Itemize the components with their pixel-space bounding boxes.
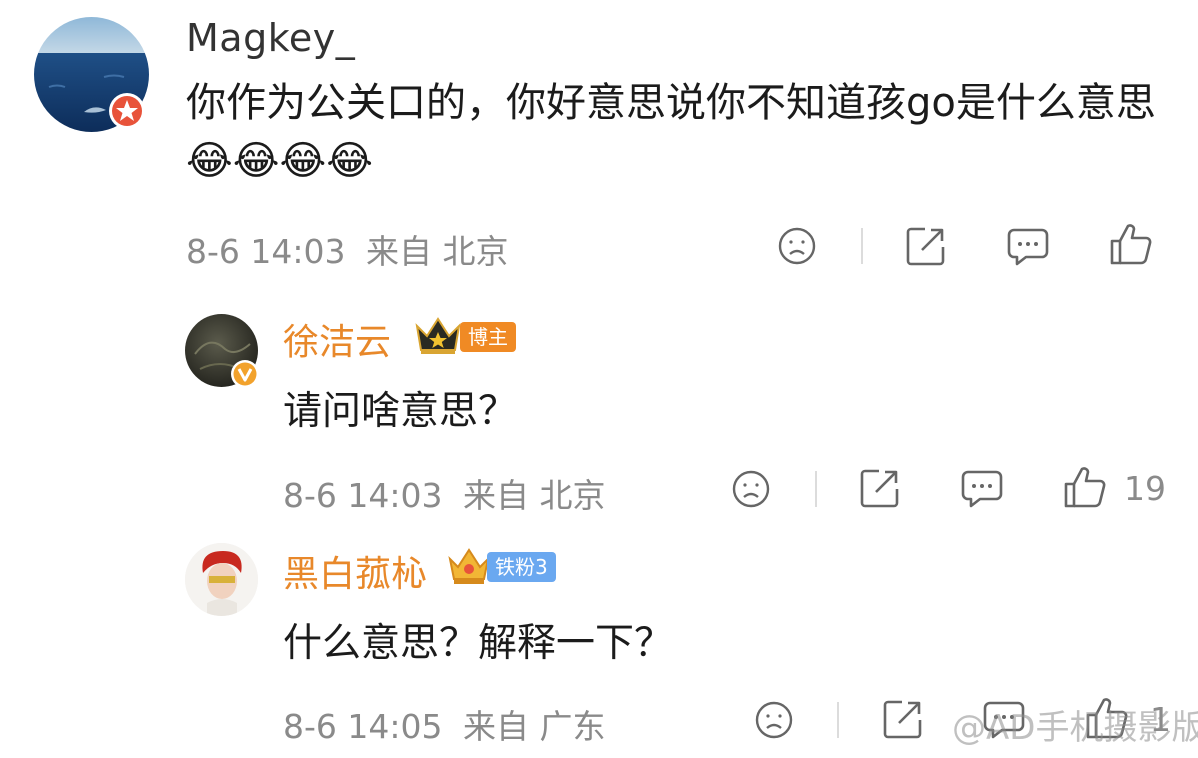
watermark-text: @AD手机摄影版: [952, 708, 1198, 748]
dislike-icon[interactable]: [731, 469, 771, 509]
comment-username[interactable]: 黑白菰杺: [283, 545, 427, 597]
divider: [861, 228, 863, 264]
comment-date: 8-6 14:03: [186, 232, 346, 271]
comment-icon[interactable]: [960, 469, 1004, 509]
like-icon[interactable]: [1063, 465, 1107, 509]
divider: [837, 702, 839, 738]
comment-text: 什么意思？解释一下？: [283, 621, 674, 666]
comment-username[interactable]: 徐洁云: [283, 313, 391, 365]
dislike-icon[interactable]: [777, 226, 817, 266]
fan-level-badge: 铁粉3: [487, 552, 556, 582]
comment-location: 来自 北京: [366, 232, 509, 271]
comment-meta: 8-6 14:05 来自 广东: [283, 700, 606, 748]
comment-location: 来自 广东: [463, 707, 606, 746]
avatar[interactable]: [185, 543, 258, 616]
comment-icon[interactable]: [1006, 227, 1050, 267]
fan-crown-icon: [446, 545, 492, 591]
crown-icon: [413, 314, 463, 360]
verified-badge-icon: [107, 91, 147, 131]
dislike-icon[interactable]: [754, 700, 794, 740]
comment-text: 请问啥意思？: [283, 389, 518, 434]
comment-text: 你作为公关口的，你好意思说你不知道孩go是什么意思 😂😂😂😂: [186, 74, 1156, 190]
verified-v-icon: [230, 359, 260, 389]
comment-meta: 8-6 14:03 来自 北京: [283, 469, 606, 517]
comment-meta: 8-6 14:03 来自 北京: [186, 225, 509, 273]
comment-username[interactable]: Magkey_: [186, 16, 355, 60]
comment-text-body: 你作为公关口的，你好意思说你不知道孩go是什么意思: [186, 80, 1156, 126]
divider: [815, 471, 817, 507]
like-count: 19: [1124, 469, 1166, 508]
comment-location: 来自 北京: [463, 476, 606, 515]
share-icon[interactable]: [882, 698, 924, 740]
comment-date: 8-6 14:05: [283, 707, 443, 746]
share-icon[interactable]: [859, 467, 901, 509]
blogger-badge: 博主: [460, 322, 516, 352]
comment-date: 8-6 14:03: [283, 476, 443, 515]
laughing-emoji-icon: 😂😂😂😂: [186, 138, 373, 184]
share-icon[interactable]: [905, 225, 947, 267]
like-icon[interactable]: [1109, 222, 1153, 266]
